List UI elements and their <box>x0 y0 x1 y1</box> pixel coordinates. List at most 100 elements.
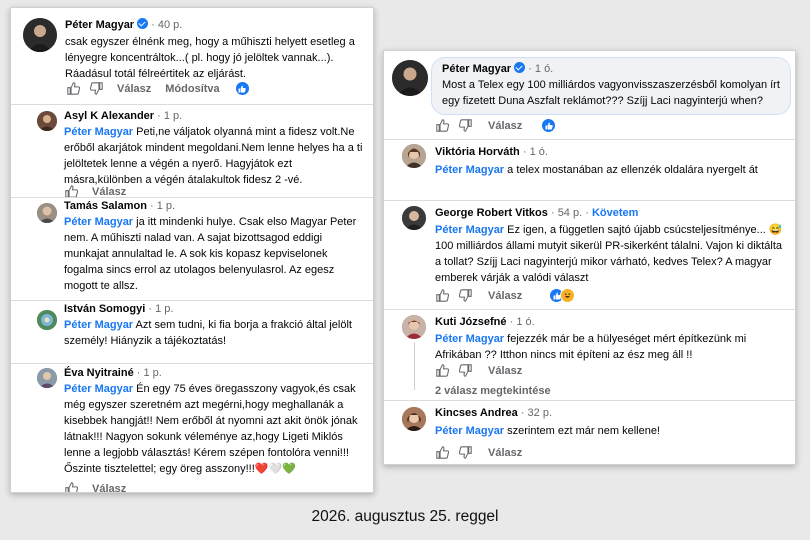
avatar[interactable] <box>392 60 428 96</box>
edited-label[interactable]: Módosítva <box>165 83 219 95</box>
comment-bubble: Péter Magyar · 1 ó. Most a Telex egy 100… <box>431 57 791 115</box>
comment-eva: Éva Nyitrainé · 1 p. Péter Magyar Én egy… <box>11 364 373 492</box>
comment-actions: Válasz <box>436 446 536 459</box>
mention-link[interactable]: Péter Magyar <box>64 383 133 395</box>
comment-text: Péter Magyar Én egy 75 éves öregasszony … <box>64 381 365 477</box>
mention-link[interactable]: Péter Magyar <box>64 319 133 331</box>
comment-time[interactable]: 1 p. <box>155 303 173 315</box>
like-icon[interactable] <box>436 364 449 377</box>
avatar[interactable] <box>23 18 57 52</box>
avatar[interactable] <box>402 144 426 168</box>
like-icon[interactable] <box>436 289 449 302</box>
author-name[interactable]: Éva Nyitrainé <box>64 367 134 379</box>
author-name[interactable]: George Robert Vitkos <box>435 207 548 219</box>
author-name[interactable]: István Somogyi <box>64 303 145 315</box>
comment-actions: Válasz <box>65 482 140 493</box>
comment-time[interactable]: 32 p. <box>528 407 552 419</box>
dislike-icon[interactable] <box>459 446 472 459</box>
author-line: Péter Magyar · 40 p. <box>65 18 365 32</box>
reply-button[interactable]: Válasz <box>92 483 126 493</box>
comment-text: Péter Magyar a telex mostanában az ellen… <box>435 162 787 178</box>
mention-link[interactable]: Péter Magyar <box>435 425 504 437</box>
comment-time[interactable]: 1 ó. <box>535 63 553 75</box>
view-replies-link[interactable]: 2 válasz megtekintése <box>435 385 551 397</box>
author-name[interactable]: Viktória Horváth <box>435 146 520 158</box>
avatar[interactable] <box>402 206 426 230</box>
avatar[interactable] <box>37 368 57 388</box>
mention-link[interactable]: Péter Magyar <box>435 224 504 236</box>
avatar[interactable] <box>37 310 57 330</box>
author-line: István Somogyi · 1 p. <box>64 302 365 316</box>
separator-dot: · <box>528 63 532 75</box>
like-icon[interactable] <box>67 82 80 95</box>
like-icon[interactable] <box>436 119 449 132</box>
comment-george: George Robert Vitkos · 54 p. · Követem P… <box>384 201 795 309</box>
separator-dot: · <box>520 407 525 419</box>
author-line: Viktória Horváth · 1 ó. <box>435 145 787 159</box>
author-line: Kuti Józsefné · 1 ó. <box>435 315 787 329</box>
dislike-icon[interactable] <box>90 82 103 95</box>
comment-text: Péter Magyar szerintem ezt már nem kelle… <box>435 423 787 439</box>
mention-link[interactable]: Péter Magyar <box>435 164 504 176</box>
comment-time[interactable]: 1 ó. <box>516 316 534 328</box>
separator-dot: · <box>585 207 589 219</box>
like-icon[interactable] <box>436 446 449 459</box>
comment-time[interactable]: 1 ó. <box>530 146 548 158</box>
separator-dot: · <box>522 146 527 158</box>
avatar[interactable] <box>37 111 57 131</box>
like-reaction-icon[interactable] <box>235 82 249 95</box>
separator-dot: · <box>151 19 155 31</box>
author-line: Tamás Salamon · 1 p. <box>64 199 365 213</box>
dislike-icon[interactable] <box>459 289 472 302</box>
verified-badge-icon <box>514 62 526 73</box>
comment-text: Péter Magyar Ez igen, a független sajtó … <box>435 222 787 286</box>
author-name[interactable]: Asyl K Alexander <box>64 110 154 122</box>
author-name[interactable]: Kuti Józsefné <box>435 316 507 328</box>
separator-dot: · <box>550 207 555 219</box>
mention-link[interactable]: Péter Magyar <box>64 216 133 228</box>
comment-text: csak egyszer élnénk meg, hogy a műhiszti… <box>65 36 355 80</box>
thread-line <box>414 342 415 390</box>
avatar[interactable] <box>402 315 426 339</box>
comment-istvan: István Somogyi · 1 p. Péter Magyar Azt s… <box>11 301 373 363</box>
author-name[interactable]: Péter Magyar <box>442 63 511 75</box>
author-line: Éva Nyitrainé · 1 p. <box>64 366 365 380</box>
like-icon[interactable] <box>65 482 78 492</box>
top-comment-right: Péter Magyar · 1 ó. Most a Telex egy 100… <box>384 51 795 139</box>
emoji-hearts: ❤️🤍💚 <box>254 463 296 475</box>
comment-actions: Válasz <box>436 364 536 377</box>
dislike-icon[interactable] <box>459 119 472 132</box>
comment-text: Péter Magyar ja itt mindenki hulye. Csak… <box>64 214 365 294</box>
comment-time[interactable]: 1 p. <box>164 110 182 122</box>
author-name[interactable]: Tamás Salamon <box>64 200 147 212</box>
mention-link[interactable]: Péter Magyar <box>64 126 133 138</box>
follow-button[interactable]: Követem <box>592 207 638 219</box>
reply-button[interactable]: Válasz <box>488 365 522 377</box>
author-name[interactable]: Kincses Andrea <box>435 407 518 419</box>
author-name[interactable]: Péter Magyar <box>65 19 134 31</box>
reply-button[interactable]: Válasz <box>488 290 522 302</box>
comment-kuti: Kuti Józsefné · 1 ó. Péter Magyar fejezz… <box>384 310 795 400</box>
comment-body: a telex mostanában az ellenzék oldalára … <box>507 164 758 176</box>
reply-button[interactable]: Válasz <box>488 120 522 132</box>
like-reaction-icon[interactable] <box>542 119 556 132</box>
comment-time[interactable]: 1 p. <box>144 367 162 379</box>
avatar[interactable] <box>37 203 57 223</box>
comment-time[interactable]: 1 p. <box>157 200 175 212</box>
haha-reaction-icon[interactable] <box>560 288 576 303</box>
comment-asyl: Asyl K Alexander · 1 p. Péter Magyar Pet… <box>11 105 373 198</box>
separator-dot: · <box>136 367 141 379</box>
comment-time[interactable]: 40 p. <box>158 19 182 31</box>
dislike-icon[interactable] <box>459 364 472 377</box>
comment-time[interactable]: 54 p. <box>558 207 582 219</box>
avatar[interactable] <box>402 407 426 431</box>
reply-button[interactable]: Válasz <box>92 186 126 198</box>
separator-dot: · <box>509 316 514 328</box>
author-line: Kincses Andrea · 32 p. <box>435 406 787 420</box>
reply-button[interactable]: Válasz <box>488 447 522 459</box>
reply-button[interactable]: Válasz <box>117 83 151 95</box>
comment-text: Péter Magyar fejezzék már be a hülyesége… <box>435 331 787 363</box>
comment-tamas: Tamás Salamon · 1 p. Péter Magyar ja itt… <box>11 198 373 300</box>
mention-link[interactable]: Péter Magyar <box>435 333 504 345</box>
separator-dot: · <box>148 303 153 315</box>
